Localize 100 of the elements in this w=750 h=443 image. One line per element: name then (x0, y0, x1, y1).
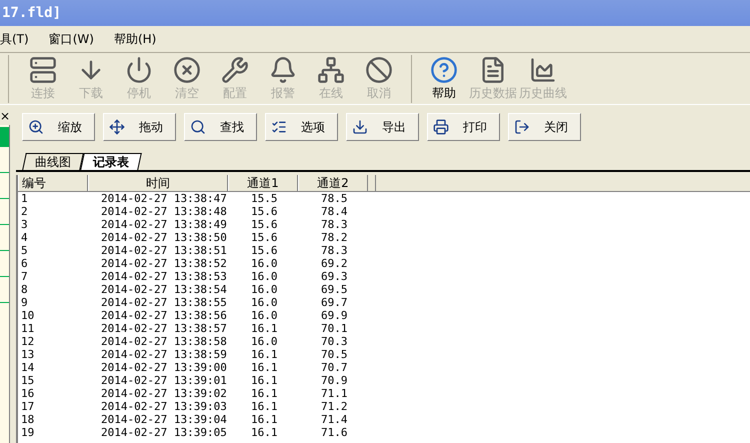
table-cell-text: 69.2 (320, 257, 348, 270)
table-cell-text: 16.1 (250, 348, 278, 361)
server-icon (29, 56, 57, 84)
table-cell-text: 78.3 (320, 244, 348, 257)
close-circle-icon (173, 56, 201, 84)
window-title: 17.fld] (1, 4, 62, 22)
table-cell-text: 4 (20, 231, 29, 244)
table-cell-text: 14 (20, 361, 36, 374)
menu-item[interactable]: 窗口(W) (48, 30, 94, 48)
tab[interactable]: 记录表 (80, 153, 142, 170)
table-cell-text: 70.9 (320, 374, 348, 387)
printer-icon (433, 119, 449, 135)
action-button[interactable]: 查找 (184, 113, 257, 141)
table-cell-text: 15 (20, 374, 36, 387)
table-cell-text: 2014-02-27 13:38:47 (100, 192, 228, 205)
menu-item[interactable]: 帮助(H) (114, 30, 156, 48)
table-cell-text: 70.7 (320, 361, 348, 374)
table-cell-text: 2 (20, 205, 29, 218)
table-cell-text: 2014-02-27 13:38:59 (100, 348, 228, 361)
table-cell-text: 16.1 (250, 413, 278, 426)
indicator-block (0, 127, 9, 147)
table-cell-text: 2014-02-27 13:39:01 (100, 374, 228, 387)
table-cell-text: 71.6 (320, 426, 348, 439)
download-icon (352, 119, 368, 135)
table-cell-text: 69.5 (320, 283, 348, 296)
table-cell-text: 16.0 (250, 270, 278, 283)
table-cell-text: 10 (20, 309, 36, 322)
table-cell-text: 9 (20, 296, 29, 309)
table-cell-text: 2014-02-27 13:38:50 (100, 231, 228, 244)
table-cell-text: 2014-02-27 13:38:49 (100, 218, 228, 231)
table-cell-text: 15.6 (250, 244, 278, 257)
action-button[interactable]: 打印 (427, 113, 500, 141)
table-cell-text: 1 (20, 192, 29, 205)
action-button[interactable]: 关闭 (508, 113, 581, 141)
table-cell-text: 2014-02-27 13:38:52 (100, 257, 228, 270)
table-cell-text: 2014-02-27 13:39:02 (100, 387, 228, 400)
table-cell-text: 16 (20, 387, 36, 400)
table-cell-text: 11 (20, 322, 36, 335)
close-button[interactable]: × (0, 109, 10, 125)
table-cell-text: 2014-02-27 13:39:04 (100, 413, 228, 426)
table-cell-text: 13 (20, 348, 36, 361)
zoom-icon (28, 119, 44, 135)
table-cell-text: 16.0 (250, 257, 278, 270)
table-cell-text: 2014-02-27 13:38:56 (100, 309, 228, 322)
table-cell-text: 69.7 (320, 296, 348, 309)
table-cell-text: 71.1 (320, 387, 348, 400)
table-cell-text: 71.2 (320, 400, 348, 413)
table-cell-text: 16.0 (250, 309, 278, 322)
table-cell-text: 16.0 (250, 335, 278, 348)
table-cell-text: 2014-02-27 13:38:57 (100, 322, 228, 335)
help-icon (430, 56, 458, 84)
table-cell-text: 69.9 (320, 309, 348, 322)
table-cell-text: 16.1 (250, 426, 278, 439)
toolbar-button[interactable]: 帮助 (420, 56, 468, 102)
table-cell-text: 15.5 (250, 192, 278, 205)
table-cell-text: 70.1 (320, 322, 348, 335)
network-icon (317, 56, 345, 84)
table-cell-text: 15.6 (250, 231, 278, 244)
table-cell-text: 17 (20, 400, 36, 413)
table-cell-text: 78.3 (320, 218, 348, 231)
table-cell-text: 16.1 (250, 400, 278, 413)
move-icon (109, 119, 125, 135)
table-cell-text: 2014-02-27 13:39:05 (100, 426, 228, 439)
checklist-icon (271, 119, 287, 135)
table-cell-text: 16.1 (250, 361, 278, 374)
table-cell-text: 6 (20, 257, 29, 270)
table-cell-text: 2014-02-27 13:38:55 (100, 296, 228, 309)
table-cell-text: 78.2 (320, 231, 348, 244)
area-chart-icon (529, 56, 557, 84)
table-cell-text: 16.0 (250, 283, 278, 296)
table-cell-text: 5 (20, 244, 29, 257)
table-cell-text: 16.1 (250, 387, 278, 400)
tab[interactable]: 曲线图 (22, 153, 84, 170)
action-button[interactable]: 导出 (346, 113, 419, 141)
action-button[interactable]: 缩放 (22, 113, 95, 141)
table-cell-text: 19 (20, 426, 36, 439)
table-cell-text: 2014-02-27 13:39:00 (100, 361, 228, 374)
table-cell-text: 16.1 (250, 374, 278, 387)
search-icon (190, 119, 206, 135)
table-cell-text: 71.4 (320, 413, 348, 426)
column-header[interactable]: 通道1 (228, 175, 298, 191)
action-button[interactable]: 选项 (265, 113, 338, 141)
wrench-icon (221, 56, 249, 84)
column-header[interactable]: 编号 (18, 175, 88, 191)
no-entry-icon (365, 56, 393, 84)
column-header[interactable]: 时间 (88, 175, 228, 191)
column-header[interactable]: 通道2 (298, 175, 368, 191)
table-cell-text: 69.3 (320, 270, 348, 283)
menu-item[interactable]: 具(T) (0, 30, 29, 48)
table-cell-text: 16.1 (250, 322, 278, 335)
table-cell-text: 15.6 (250, 218, 278, 231)
table-cell-text: 16.0 (250, 296, 278, 309)
exit-icon (514, 119, 530, 135)
table-cell-text: 70.5 (320, 348, 348, 361)
table-cell-text: 12 (20, 335, 36, 348)
action-button[interactable]: 拖动 (103, 113, 176, 141)
table-cell-text: 2014-02-27 13:38:51 (100, 244, 228, 257)
power-icon (125, 56, 153, 84)
table-cell-text: 78.5 (320, 192, 348, 205)
table-cell-text: 15.6 (250, 205, 278, 218)
